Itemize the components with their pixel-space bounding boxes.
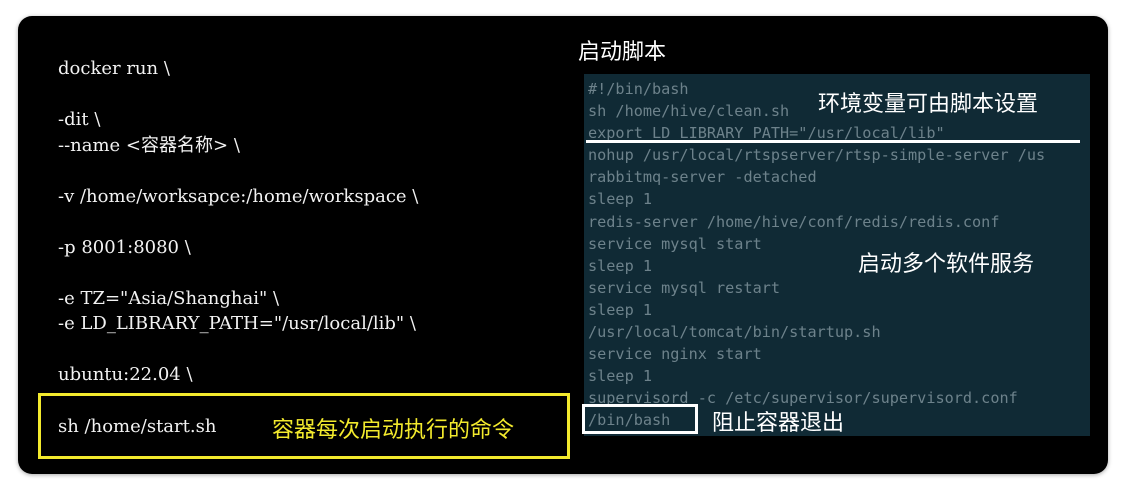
script-line: nohup /usr/local/rtspserver/rtsp-simple-… (588, 146, 1046, 165)
command-line (58, 209, 418, 235)
command-line: --name <容器名称> \ (58, 134, 240, 156)
keep-alive-annotation: 阻止容器退出 (712, 411, 845, 436)
script-line: redis-server /home/hive/conf/redis/redis… (588, 212, 1000, 231)
final-command: sh /home/start.sh (58, 416, 217, 437)
startup-script-title: 启动脚本 (578, 40, 667, 65)
command-line (58, 337, 418, 363)
slide-card: docker run \ -dit \ --name <容器名称> \ -v /… (18, 16, 1108, 474)
services-annotation: 启动多个软件服务 (858, 252, 1035, 277)
command-line: -e LD_LIBRARY_PATH="/usr/local/lib" \ (58, 313, 416, 334)
script-line: /usr/local/tomcat/bin/startup.sh (588, 323, 881, 342)
command-line: ubuntu:22.04 \ (58, 364, 193, 385)
command-line (58, 158, 418, 184)
script-line: rabbitmq-server -detached (588, 168, 817, 187)
command-line: -v /home/worksapce:/home/workspace \ (58, 185, 419, 207)
script-line: service mysql restart (588, 278, 781, 297)
script-line: sleep 1 (588, 190, 653, 209)
script-line: service nginx start (588, 345, 762, 364)
command-line (58, 260, 418, 286)
bin-bash-highlight-box (582, 404, 698, 434)
command-line: docker run \ (58, 58, 170, 79)
env-annotation: 环境变量可由脚本设置 (818, 92, 1039, 117)
script-line: sleep 1 (588, 300, 653, 319)
command-line (58, 82, 418, 108)
script-line: sleep 1 (588, 367, 653, 386)
docker-run-command: docker run \ -dit \ --name <容器名称> \ -v /… (58, 56, 418, 388)
final-command-annotation: 容器每次启动执行的命令 (272, 418, 515, 443)
command-line: -p 8001:8080 \ (58, 236, 191, 258)
export-line-underline (586, 140, 1080, 143)
command-line: -dit \ (58, 109, 101, 130)
command-line: -e TZ="Asia/Shanghai" \ (58, 287, 280, 309)
